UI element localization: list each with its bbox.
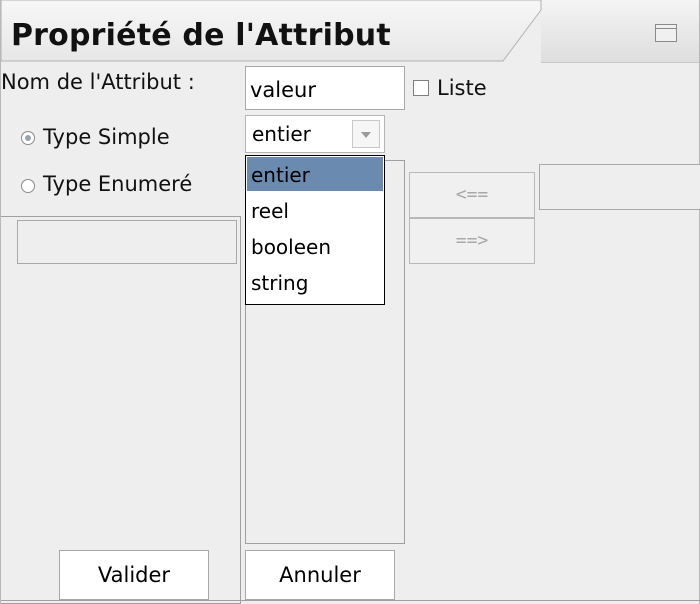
bottom-border	[1, 600, 700, 601]
type-simple-label: Type Simple	[43, 125, 170, 149]
dropdown-option[interactable]: entier	[247, 157, 383, 191]
attribute-name-label: Nom de l'Attribut :	[1, 70, 195, 94]
type-combo[interactable]: entier	[245, 115, 385, 153]
attribute-properties-window: Propriété de l'Attribut Nom de l'Attribu…	[0, 0, 700, 604]
maximize-icon[interactable]	[655, 24, 677, 42]
type-simple-radio[interactable]	[21, 131, 35, 145]
type-dropdown-list[interactable]: entier reel booleen string	[245, 155, 385, 305]
chevron-down-icon[interactable]	[352, 120, 380, 148]
validate-button[interactable]: Valider	[59, 550, 209, 600]
window-title: Propriété de l'Attribut	[11, 18, 391, 53]
list-label: Liste	[437, 76, 487, 100]
dropdown-option[interactable]: reel	[247, 193, 383, 227]
move-left-button[interactable]: <==	[409, 172, 535, 218]
list-checkbox[interactable]	[413, 80, 429, 96]
attribute-name-field[interactable]: valeur	[245, 66, 405, 110]
enum-values-panel	[1, 216, 241, 604]
enum-value-input[interactable]	[17, 220, 237, 264]
type-combo-value: entier	[252, 122, 311, 146]
dropdown-option[interactable]: booleen	[247, 229, 383, 263]
enum-entry-field[interactable]	[539, 164, 700, 210]
title-bar: Propriété de l'Attribut	[1, 0, 699, 63]
dropdown-option[interactable]: string	[247, 265, 383, 299]
title-tab: Propriété de l'Attribut	[1, 0, 561, 62]
cancel-button[interactable]: Annuler	[245, 550, 395, 600]
move-right-button[interactable]: ==>	[409, 218, 535, 264]
type-enum-radio[interactable]	[21, 179, 35, 193]
type-enum-label: Type Enumeré	[43, 172, 193, 196]
